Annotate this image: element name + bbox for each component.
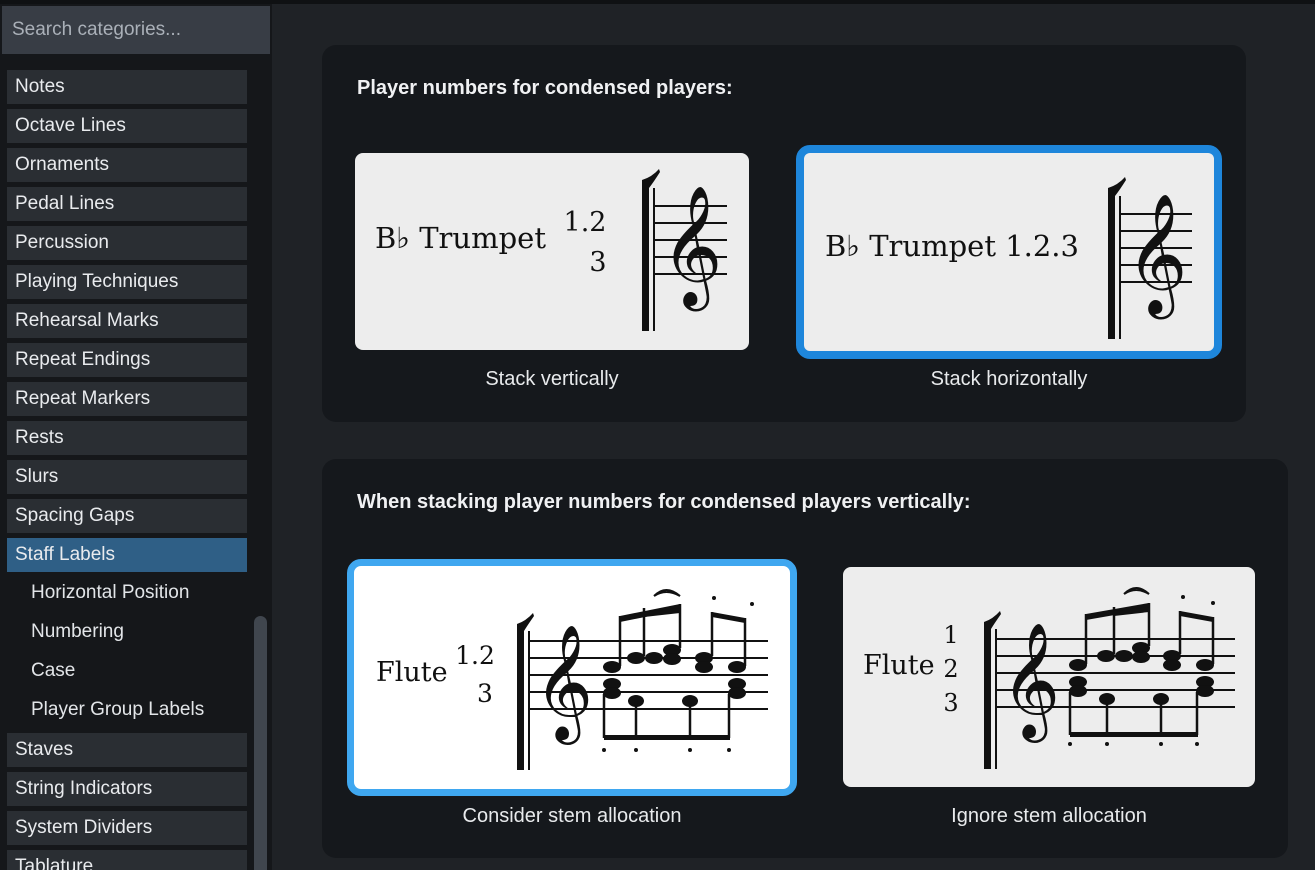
player-number-line2: 3: [589, 247, 606, 278]
sidebar-item-notes[interactable]: Notes: [7, 70, 247, 104]
player-number-line2: 3: [477, 679, 493, 708]
ignore-stem-preview: Flute 1 2 3 𝄞: [863, 587, 1235, 769]
treble-clef-icon: 𝄞: [534, 623, 593, 745]
instrument-name: B♭ Trumpet: [375, 221, 546, 255]
player-number-line1: 1.2: [455, 641, 495, 670]
sidebar-item-system-dividers[interactable]: System Dividers: [7, 811, 247, 845]
treble-clef-icon: 𝄞: [1001, 621, 1060, 743]
staff-with-treble-clef: 𝄞: [1108, 177, 1192, 339]
stack-horizontally-preview: B♭ Trumpet 1.2.3 𝄞: [825, 177, 1192, 339]
instrument-name-numbered: B♭ Trumpet 1.2.3: [825, 229, 1079, 263]
sidebar-item-playing-techniques[interactable]: Playing Techniques: [7, 265, 247, 299]
sidebar-subitem-horizontal-position[interactable]: Horizontal Position: [7, 576, 247, 610]
sidebar-item-staves[interactable]: Staves: [7, 733, 247, 767]
sidebar-item-ornaments[interactable]: Ornaments: [7, 148, 247, 182]
sidebar-subitem-numbering[interactable]: Numbering: [7, 615, 247, 649]
player-number-line2: 2: [943, 655, 958, 683]
sidebar-item-rests[interactable]: Rests: [7, 421, 247, 455]
sidebar-item-repeat-endings[interactable]: Repeat Endings: [7, 343, 247, 377]
music-excerpt: 𝄞: [517, 589, 768, 770]
caption-stack-horizontally: Stack horizontally: [930, 368, 1088, 390]
category-sidebar: Notes Octave Lines Ornaments Pedal Lines…: [0, 4, 272, 870]
sidebar-item-tablature[interactable]: Tablature: [7, 850, 247, 870]
caption-stack-vertically: Stack vertically: [485, 368, 619, 390]
caption-consider-stem-allocation: Consider stem allocation: [462, 805, 682, 827]
player-number-line1: 1: [943, 621, 958, 649]
treble-clef-icon: 𝄞: [661, 184, 722, 311]
option-ignore-stem-allocation[interactable]: Flute 1 2 3 𝄞: [843, 567, 1255, 787]
music-excerpt: 𝄞: [984, 587, 1235, 769]
instrument-name: Flute: [376, 657, 448, 688]
player-number-line3: 3: [943, 689, 958, 717]
consider-stem-preview: Flute 1.2 3 𝄞: [376, 589, 768, 770]
sidebar-subitem-case[interactable]: Case: [7, 654, 247, 688]
option-stack-horizontally[interactable]: B♭ Trumpet 1.2.3 𝄞: [796, 145, 1222, 359]
sidebar-item-percussion[interactable]: Percussion: [7, 226, 247, 260]
sidebar-item-staff-labels[interactable]: Staff Labels: [7, 538, 247, 572]
option-consider-stem-allocation[interactable]: Flute 1.2 3 𝄞: [347, 559, 797, 796]
player-number-line1: 1.2: [564, 207, 607, 238]
sidebar-subitem-player-group-labels[interactable]: Player Group Labels: [7, 693, 247, 727]
sidebar-item-slurs[interactable]: Slurs: [7, 460, 247, 494]
search-input[interactable]: [2, 6, 270, 54]
instrument-name: Flute: [863, 650, 935, 681]
stack-vertically-preview: B♭ Trumpet 1.2 3 𝄞: [375, 169, 727, 331]
section-title-stem-allocation: When stacking player numbers for condens…: [357, 491, 971, 513]
option-stack-vertically[interactable]: B♭ Trumpet 1.2 3 𝄞: [355, 153, 749, 350]
sidebar-item-spacing-gaps[interactable]: Spacing Gaps: [7, 499, 247, 533]
sidebar-scrollbar[interactable]: [254, 616, 267, 870]
sidebar-item-repeat-markers[interactable]: Repeat Markers: [7, 382, 247, 416]
sidebar-item-rehearsal-marks[interactable]: Rehearsal Marks: [7, 304, 247, 338]
caption-ignore-stem-allocation: Ignore stem allocation: [951, 805, 1147, 827]
section-title-player-numbers: Player numbers for condensed players:: [357, 77, 733, 99]
sidebar-item-pedal-lines[interactable]: Pedal Lines: [7, 187, 247, 221]
staff-with-treble-clef: 𝄞: [642, 169, 727, 331]
sidebar-item-string-indicators[interactable]: String Indicators: [7, 772, 247, 806]
treble-clef-icon: 𝄞: [1126, 192, 1187, 319]
sidebar-item-octave-lines[interactable]: Octave Lines: [7, 109, 247, 143]
